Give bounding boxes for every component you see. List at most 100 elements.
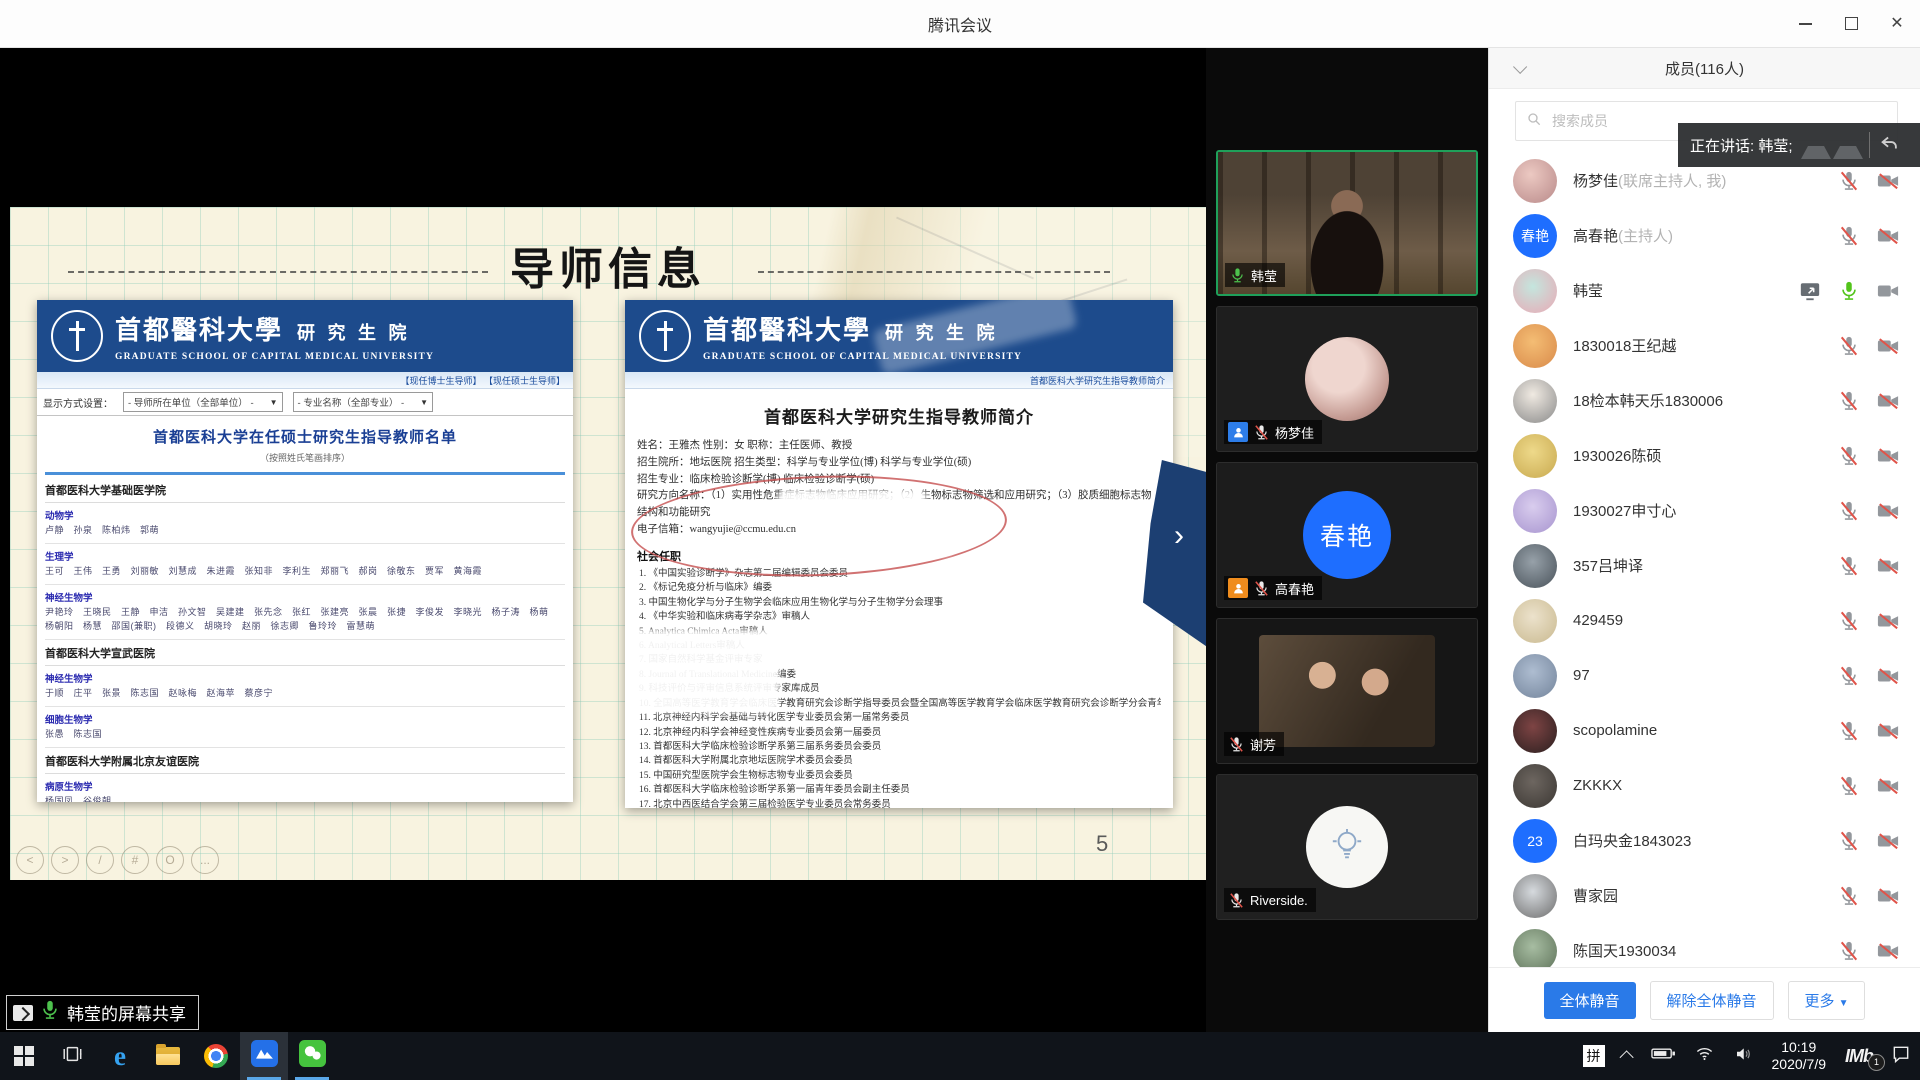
wechat-taskbar-icon[interactable] [288, 1032, 336, 1080]
society-item: 7. 国家自然科学基金评审专家 [639, 653, 1161, 667]
initials-avatar: 春艳 [1303, 491, 1391, 579]
speaker-icon [1733, 1045, 1753, 1068]
edge-taskbar-icon[interactable]: e [96, 1032, 144, 1080]
minimize-button[interactable] [1782, 0, 1828, 47]
action-center-button[interactable] [1882, 1032, 1920, 1080]
member-row[interactable]: 韩莹 [1489, 263, 1920, 318]
avatar [1513, 269, 1557, 313]
document-teacher-profile: 首都醫科大學研 究 生 院 GRADUATE SCHOOL OF CAPITAL… [625, 300, 1173, 808]
member-name: 97 [1573, 667, 1590, 684]
avatar [1513, 159, 1557, 203]
member-name: 韩莹 [1573, 283, 1603, 300]
doc-dept: 动物学 [45, 508, 565, 522]
video-tile[interactable]: 杨梦佳 [1216, 306, 1478, 452]
hidden-icons-button[interactable] [1614, 1032, 1642, 1080]
teacher-info-line: 招生院所：地坛医院 招生类型：科学与专业学位(博) 科学与专业学位(硕) [637, 455, 1161, 472]
member-row[interactable]: 429459 [1489, 593, 1920, 648]
member-row[interactable]: 曹家园 [1489, 868, 1920, 923]
clock[interactable]: 10:19 2020/7/9 [1762, 1039, 1837, 1074]
member-row[interactable]: 18检本韩天乐1830006 [1489, 373, 1920, 428]
member-row[interactable]: 1930026陈硕 [1489, 428, 1920, 483]
camera-icon [1876, 390, 1900, 412]
doc-dept: 神经生物学 [45, 590, 565, 604]
camera-icon [1876, 170, 1900, 192]
maximize-button[interactable] [1828, 0, 1874, 47]
doc-subtitle: （按照姓氏笔画排序） [37, 451, 573, 464]
teacher-list-body: 首都医科大学基础医学院动物学卢静 孙泉 陈柏炜 郭萌生理学王可 王伟 王勇 刘丽… [37, 475, 573, 802]
file-explorer-taskbar-icon[interactable] [144, 1032, 192, 1080]
volume-tray-icon[interactable] [1724, 1032, 1762, 1080]
participant-name: 谢芳 [1250, 735, 1276, 754]
mic-icon [1228, 892, 1245, 909]
member-name: scopolamine [1573, 722, 1657, 739]
tencent-meeting-taskbar-icon[interactable] [240, 1032, 288, 1080]
more-button[interactable]: 更多▼ [1788, 981, 1866, 1020]
start-button[interactable] [0, 1032, 48, 1080]
member-name: 1930026陈硕 [1573, 448, 1661, 465]
doc-title: 首都医科大学研究生指导教师简介 [625, 403, 1173, 428]
member-row[interactable]: scopolamine [1489, 703, 1920, 758]
video-tile[interactable]: 韩莹 [1216, 150, 1478, 296]
member-row[interactable]: 357吕坤译 [1489, 538, 1920, 593]
video-tile[interactable]: 春艳 高春艳 [1216, 462, 1478, 608]
wechat-icon [299, 1040, 326, 1072]
doc-names: 杨国凤 谷俊朝 [45, 795, 565, 802]
university-logo-icon [51, 310, 103, 362]
unmute-all-button[interactable]: 解除全体静音 [1650, 981, 1774, 1020]
member-row[interactable]: ZKKKX [1489, 758, 1920, 813]
im-app-tray-icon[interactable]: IMb1 [1836, 1032, 1882, 1080]
tile-name-label: Riverside. [1224, 888, 1316, 912]
divider [1869, 132, 1870, 158]
ime-indicator[interactable]: 拼 [1574, 1032, 1614, 1080]
role-badge-icon [1228, 422, 1248, 442]
society-item: 2. 《标记免疫分析与临床》编委 [639, 581, 1161, 595]
member-row[interactable]: 春艳 高春艳(主持人) [1489, 208, 1920, 263]
avatar [1513, 324, 1557, 368]
mic-icon [1838, 445, 1860, 467]
video-tile[interactable]: Riverside. [1216, 774, 1478, 920]
close-icon: ✕ [1890, 16, 1903, 32]
doc-dept: 神经生物学 [45, 671, 565, 685]
university-name-en: GRADUATE SCHOOL OF CAPITAL MEDICAL UNIVE… [703, 352, 1022, 362]
graduate-school-cn: 研 究 生 院 [297, 323, 411, 343]
battery-tray-icon[interactable] [1642, 1032, 1685, 1080]
chrome-taskbar-icon[interactable] [192, 1032, 240, 1080]
return-arrow-icon[interactable] [1878, 132, 1900, 158]
society-item: 12. 北京神经内科学会神经变性疾病专业委员会第一届委员 [639, 726, 1161, 740]
member-row[interactable]: 1830018王纪越 [1489, 318, 1920, 373]
doc-links-strip: 【现任博士生导师】 【现任硕士生导师】 [37, 372, 573, 389]
member-row[interactable]: 1930027申寸心 [1489, 483, 1920, 538]
society-item: 17. 北京中西医结合学会第三届检验医学专业委员会常务委员 [639, 798, 1161, 808]
speaking-toast: 正在讲话: 韩莹; [1678, 123, 1920, 167]
avatar [1513, 599, 1557, 643]
member-row[interactable]: 陈国天1930034 [1489, 923, 1920, 967]
wifi-icon [1694, 1044, 1715, 1068]
mic-icon [1253, 580, 1270, 597]
member-row[interactable]: 97 [1489, 648, 1920, 703]
task-view-button[interactable] [48, 1032, 96, 1080]
tile-name-label: 高春艳 [1224, 576, 1322, 600]
society-item: 14. 首都医科大学附属北京地坛医院学术委员会委员 [639, 754, 1161, 768]
member-name: 18检本韩天乐1830006 [1573, 393, 1723, 410]
screen-sharing-icon [1798, 280, 1822, 302]
doc-corner-link: 首都医科大学研究生指导教师简介 [625, 372, 1173, 389]
avatar: 23 [1513, 819, 1557, 863]
members-panel: 成员(116人) 杨梦佳(联席主持人, 我) 春艳 高春艳(主持人) [1488, 48, 1920, 1032]
collapse-chevron-icon[interactable] [1513, 60, 1527, 74]
avatar [1513, 379, 1557, 423]
university-logo-icon [639, 310, 691, 362]
mic-icon [1838, 170, 1860, 192]
camera-icon [1876, 610, 1900, 632]
doc-section-org: 首都医科大学附属北京友谊医院 [45, 748, 565, 774]
video-tile[interactable]: 谢芳 [1216, 618, 1478, 764]
member-name: 陈国天1930034 [1573, 943, 1676, 960]
member-row[interactable]: 23 白玛央金1843023 [1489, 813, 1920, 868]
university-name-cn: 首都醫科大學 [115, 316, 283, 345]
dropdown-caret-icon: ▼ [420, 398, 428, 407]
camera-icon [1876, 335, 1900, 357]
wifi-tray-icon[interactable] [1685, 1032, 1724, 1080]
unit-dropdown: - 导师所在单位（全部单位） -▼ [123, 392, 283, 412]
close-button[interactable]: ✕ [1874, 0, 1920, 47]
video-thumbnails-column: 韩莹 杨梦佳 春艳 高春艳 谢芳 [1206, 48, 1488, 1032]
mute-all-button[interactable]: 全体静音 [1544, 982, 1636, 1019]
